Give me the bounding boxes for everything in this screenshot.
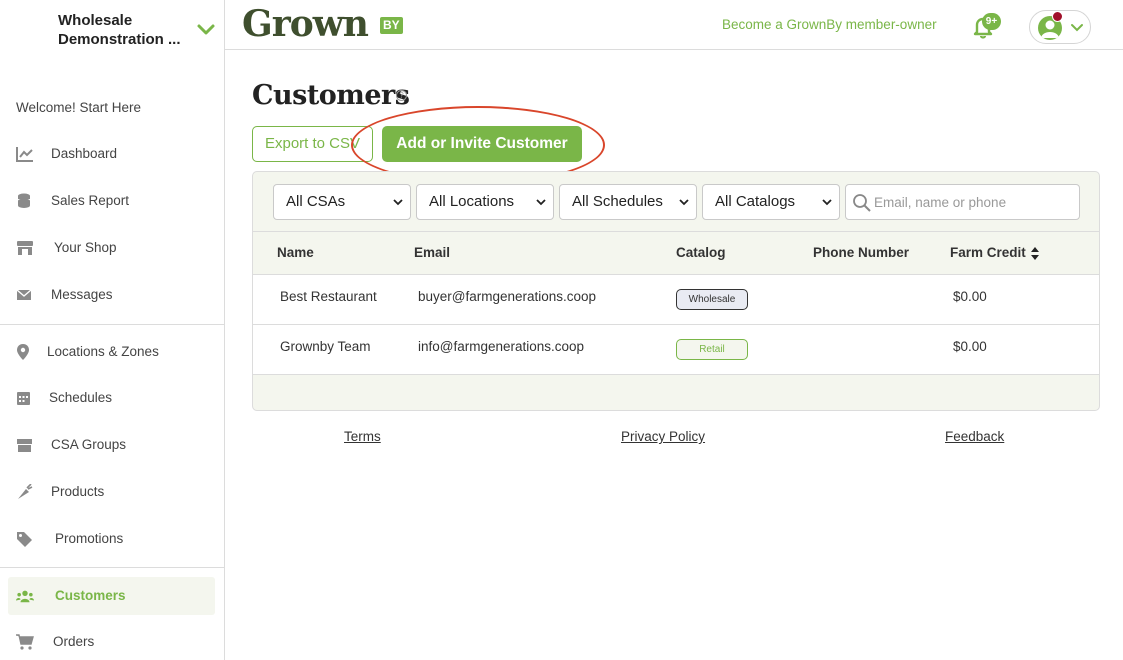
sidebar-item-dashboard[interactable]: Dashboard <box>8 135 215 173</box>
feedback-link[interactable]: Feedback <box>945 429 1004 444</box>
sidebar-item-label: Promotions <box>55 531 124 546</box>
sort-icon[interactable] <box>1031 247 1039 260</box>
sidebar-item-label: Orders <box>53 634 95 649</box>
sidebar-divider <box>0 324 224 325</box>
sidebar-item-schedules[interactable]: Schedules <box>8 379 215 417</box>
table-row[interactable]: Best Restaurant buyer@farmgenerations.co… <box>253 275 1099 325</box>
column-header-phone[interactable]: Phone Number <box>813 245 909 260</box>
store-icon <box>17 241 33 255</box>
chevron-down-icon <box>1071 24 1083 32</box>
store-switcher[interactable]: Wholesale Demonstration ... <box>0 0 224 50</box>
column-header-farm-credit[interactable]: Farm Credit <box>950 245 1026 260</box>
page-title: Customers <box>252 80 410 111</box>
catalog-filter-select[interactable]: All Catalogs <box>702 184 840 220</box>
tags-icon <box>17 532 32 547</box>
farm-credit: $0.00 <box>953 289 987 304</box>
user-menu[interactable] <box>1029 10 1091 44</box>
farm-credit: $0.00 <box>953 339 987 354</box>
sidebar-item-locations[interactable]: Locations & Zones <box>8 333 215 371</box>
customer-search <box>845 184 1080 220</box>
sidebar-item-label: Customers <box>55 588 126 603</box>
csa-filter-select[interactable]: All CSAs <box>273 184 411 220</box>
privacy-policy-link[interactable]: Privacy Policy <box>621 429 705 444</box>
sidebar-item-label: Products <box>51 484 105 499</box>
cart-icon <box>16 634 34 650</box>
sidebar-item-csa-groups[interactable]: CSA Groups <box>8 426 215 464</box>
table-header: Name Email Catalog Phone Number Farm Cre… <box>253 231 1099 275</box>
sidebar-item-promotions[interactable]: Promotions <box>8 520 215 558</box>
chevron-down-icon <box>535 196 547 208</box>
help-icon[interactable]: ? <box>396 90 407 101</box>
notification-badge: 9+ <box>982 13 1001 30</box>
search-icon <box>853 194 871 212</box>
sidebar-item-label: Dashboard <box>51 146 118 161</box>
chart-line-icon <box>16 147 33 162</box>
sidebar-divider <box>0 567 224 568</box>
sidebar-item-sales-report[interactable]: Sales Report <box>8 182 215 220</box>
sidebar-item-label: Your Shop <box>54 240 117 255</box>
column-header-name[interactable]: Name <box>277 245 314 260</box>
customer-name: Best Restaurant <box>280 289 377 304</box>
member-owner-link[interactable]: Become a GrownBy member-owner <box>722 17 937 32</box>
sidebar: Wholesale Demonstration ... Welcome! Sta… <box>0 0 225 660</box>
customer-name: Grownby Team <box>280 339 371 354</box>
carrot-icon <box>18 484 33 499</box>
sidebar-item-label: Messages <box>51 287 113 302</box>
customer-email: buyer@farmgenerations.coop <box>418 289 597 304</box>
grownby-logo[interactable]: Grown BY <box>242 4 403 46</box>
export-csv-button[interactable]: Export to CSV <box>252 126 373 162</box>
envelope-icon <box>16 289 32 300</box>
search-input[interactable] <box>874 186 1074 218</box>
calendar-icon <box>17 392 30 405</box>
map-pin-icon <box>17 344 29 360</box>
chevron-down-icon <box>678 196 690 208</box>
location-filter-select[interactable]: All Locations <box>416 184 554 220</box>
users-icon <box>16 590 34 603</box>
top-header: Grown BY Become a GrownBy member-owner 9… <box>225 0 1123 50</box>
sidebar-item-label: Sales Report <box>51 193 130 208</box>
sidebar-item-products[interactable]: Products <box>8 473 215 511</box>
welcome-link[interactable]: Welcome! Start Here <box>16 100 141 115</box>
coins-icon <box>18 193 30 208</box>
catalog-badge: Wholesale <box>676 289 748 310</box>
chevron-down-icon <box>392 196 404 208</box>
table-row[interactable]: Grownby Team info@farmgenerations.coop R… <box>253 325 1099 375</box>
filter-bar: All CSAs All Locations All Schedules All… <box>253 172 1099 231</box>
customers-table-card: All CSAs All Locations All Schedules All… <box>252 171 1100 411</box>
sidebar-item-customers[interactable]: Customers <box>8 577 215 615</box>
sidebar-item-orders[interactable]: Orders <box>8 623 215 660</box>
sidebar-item-label: Schedules <box>49 390 113 405</box>
column-header-catalog[interactable]: Catalog <box>676 245 726 260</box>
sidebar-item-messages[interactable]: Messages <box>8 276 215 314</box>
schedule-filter-select[interactable]: All Schedules <box>559 184 697 220</box>
sidebar-item-label: Locations & Zones <box>47 344 159 359</box>
status-dot <box>1052 11 1063 22</box>
catalog-badge: Retail <box>676 339 748 360</box>
store-name: Wholesale Demonstration ... <box>58 12 181 48</box>
chevron-down-icon[interactable] <box>196 20 216 40</box>
box-icon <box>17 439 32 452</box>
chevron-down-icon <box>821 196 833 208</box>
column-header-email[interactable]: Email <box>414 245 450 260</box>
add-customer-button[interactable]: Add or Invite Customer <box>382 126 582 162</box>
sidebar-item-your-shop[interactable]: Your Shop <box>8 229 215 267</box>
terms-link[interactable]: Terms <box>344 429 381 444</box>
customer-email: info@farmgenerations.coop <box>418 339 585 354</box>
sidebar-item-label: CSA Groups <box>51 437 127 452</box>
